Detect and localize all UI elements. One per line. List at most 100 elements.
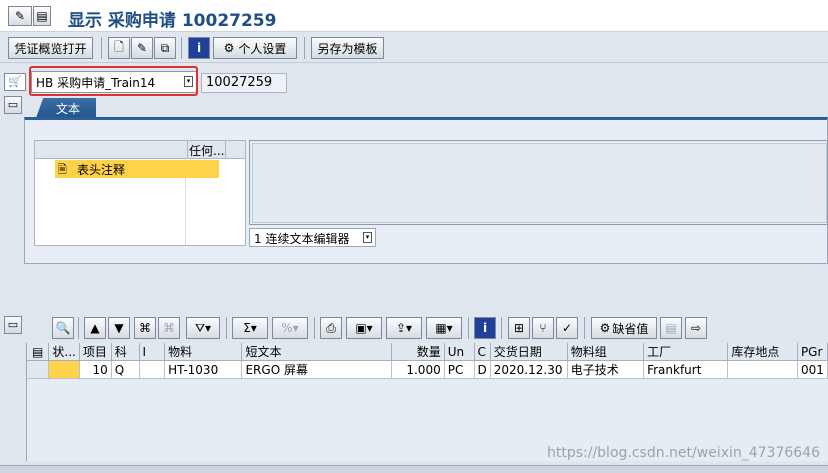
category-cell bbox=[139, 360, 166, 379]
list-icon: ▤ bbox=[660, 317, 682, 339]
column-header[interactable]: 库存地点 bbox=[727, 343, 798, 361]
filter-icon[interactable]: ⛛▾ bbox=[186, 317, 220, 339]
document-number-field[interactable]: 10027259 bbox=[201, 73, 287, 93]
sort-ascending-icon[interactable]: ▲ bbox=[84, 317, 106, 339]
toolbar-separator bbox=[468, 317, 469, 339]
info-icon[interactable]: i bbox=[474, 317, 496, 339]
items-grid: ▤ 状... 项目 科 I 物料 短文本 数量 Un C 交货日期 物料组 工厂… bbox=[26, 343, 828, 461]
menu-icon[interactable]: ▤ bbox=[33, 6, 51, 26]
column-header[interactable]: 状... bbox=[48, 343, 80, 361]
toolbar-separator bbox=[501, 317, 502, 339]
column-header[interactable]: 数量 bbox=[391, 343, 445, 361]
text-type-tree: 任何... 🗎 表头注释 bbox=[34, 140, 246, 246]
default-values-icon: ⚙ bbox=[599, 321, 611, 335]
toolbar-separator bbox=[226, 317, 227, 339]
default-values-button[interactable]: ⚙ 缺省值 bbox=[591, 317, 657, 339]
column-divider bbox=[225, 141, 226, 159]
find-icon[interactable]: ⌘ bbox=[134, 317, 156, 339]
print-icon[interactable]: ⎙ bbox=[320, 317, 342, 339]
item-cell: 10 bbox=[79, 360, 112, 379]
edit-icon[interactable]: ✎ bbox=[131, 37, 153, 59]
plant-cell: Frankfurt bbox=[643, 360, 729, 379]
column-header[interactable]: 物料组 bbox=[567, 343, 645, 361]
tree-column-header: 任何... bbox=[189, 144, 225, 158]
column-header[interactable]: I bbox=[139, 343, 166, 361]
toolbar-separator bbox=[181, 37, 182, 59]
find-next-icon: ⌘ bbox=[158, 317, 180, 339]
views-icon[interactable]: ▣▾ bbox=[346, 317, 382, 339]
application-toolbar: 凭证概览打开 🗋 ✎ ⧉ i ⚙ 个人设置 另存为模板 bbox=[0, 33, 828, 63]
voucher-overview-button[interactable]: 凭证概览打开 bbox=[8, 37, 93, 59]
table-header-row: ▤ 状... 项目 科 I 物料 短文本 数量 Un C 交货日期 物料组 工厂… bbox=[27, 343, 828, 361]
personal-settings-label: 个人设置 bbox=[238, 41, 287, 56]
toolbar-separator bbox=[101, 37, 102, 59]
watermark: https://blog.csdn.net/weixin_47376646 bbox=[546, 445, 820, 461]
column-header[interactable]: 交货日期 bbox=[490, 343, 568, 361]
tree-header: 任何... bbox=[35, 141, 245, 159]
material-cell: HT-1030 bbox=[164, 360, 243, 379]
storage-location-cell bbox=[727, 360, 798, 379]
tree-item-header-note[interactable]: 🗎 表头注释 bbox=[55, 160, 219, 178]
short-text-cell: ERGO 屏幕 bbox=[241, 360, 393, 379]
items-table: ▤ 状... 项目 科 I 物料 短文本 数量 Un C 交货日期 物料组 工厂… bbox=[27, 343, 828, 379]
save-as-template-button[interactable]: 另存为模板 bbox=[311, 37, 384, 59]
dropdown-icon[interactable]: ▾ bbox=[363, 232, 372, 243]
info-icon[interactable]: i bbox=[188, 37, 210, 59]
display-change-icon[interactable]: ✎ bbox=[8, 6, 32, 26]
personal-settings-button[interactable]: ⚙ 个人设置 bbox=[213, 37, 297, 59]
account-cell: Q bbox=[111, 360, 140, 379]
document-icon: 🗎 bbox=[58, 163, 67, 176]
default-values-label: 缺省值 bbox=[612, 321, 649, 336]
column-header[interactable]: Un bbox=[444, 343, 475, 361]
editor-mode-value: 1 连续文本编辑器 bbox=[254, 232, 350, 246]
items-toolbar: 🔍 ▲ ▼ ⌘ ⌘ ⛛▾ Σ▾ %▾ ⎙ ▣▾ ⇪▾ ▦▾ i ⊞ ⑂ ✓ ⚙ … bbox=[50, 316, 828, 340]
other-document-icon[interactable]: ⧉ bbox=[154, 37, 176, 59]
material-group-cell: 电子技术 bbox=[567, 360, 645, 379]
column-header[interactable]: 项目 bbox=[79, 343, 112, 361]
subtotal-icon: %▾ bbox=[272, 317, 308, 339]
details-icon[interactable]: 🔍 bbox=[52, 317, 74, 339]
quantity-cell: 1.000 bbox=[391, 360, 445, 379]
tree-item-label: 表头注释 bbox=[77, 163, 126, 177]
tab-text[interactable]: 文本 bbox=[36, 98, 96, 118]
status-cell bbox=[48, 360, 80, 379]
toolbar-separator bbox=[314, 317, 315, 339]
purchasing-group-cell: 001 bbox=[797, 360, 828, 379]
column-header[interactable]: 短文本 bbox=[241, 343, 393, 361]
tab-strip: 文本 bbox=[24, 98, 828, 118]
editor-mode-select[interactable]: 1 连续文本编辑器 ▾ bbox=[249, 228, 376, 247]
settings-icon: ⚙ bbox=[223, 41, 235, 55]
toolbar-separator bbox=[78, 317, 79, 339]
export-icon[interactable]: ⇪▾ bbox=[386, 317, 422, 339]
layout-icon[interactable]: ▦▾ bbox=[426, 317, 462, 339]
toolbar-separator bbox=[584, 317, 585, 339]
cart-icon: 🛒 bbox=[4, 73, 26, 91]
table-row[interactable]: 10 Q HT-1030 ERGO 屏幕 1.000 PC D 2020.12.… bbox=[27, 360, 828, 379]
column-divider bbox=[187, 141, 188, 159]
sort-descending-icon[interactable]: ▼ bbox=[108, 317, 130, 339]
column-header[interactable]: C bbox=[474, 343, 491, 361]
collapse-header-icon[interactable]: ▭ bbox=[4, 96, 22, 114]
new-document-icon[interactable]: 🗋 bbox=[108, 37, 130, 59]
text-editor[interactable] bbox=[249, 140, 828, 225]
toolbar-separator bbox=[304, 37, 305, 59]
page-title: 显示 采购申请 10027259 bbox=[68, 11, 277, 31]
column-header[interactable]: 物料 bbox=[164, 343, 243, 361]
highlight-box bbox=[29, 66, 198, 96]
column-header[interactable]: 科 bbox=[111, 343, 140, 361]
column-header[interactable]: 工厂 bbox=[643, 343, 729, 361]
unit-cell: PC bbox=[444, 360, 475, 379]
column-header[interactable]: PGr bbox=[797, 343, 828, 361]
select-all-icon[interactable]: ▤ bbox=[27, 343, 50, 361]
add-item-icon[interactable]: ⊞ bbox=[508, 317, 530, 339]
row-selector[interactable] bbox=[27, 360, 50, 379]
delivery-date-cell: 2020.12.30 bbox=[490, 360, 568, 379]
structure-icon[interactable]: ⑂ bbox=[532, 317, 554, 339]
text-editor-area[interactable] bbox=[252, 143, 827, 223]
collapse-items-icon[interactable]: ▭ bbox=[4, 316, 22, 334]
transfer-icon[interactable]: ⇨ bbox=[685, 317, 707, 339]
sum-icon[interactable]: Σ▾ bbox=[232, 317, 268, 339]
check-icon[interactable]: ✓ bbox=[556, 317, 578, 339]
title-bar: ✎ ▤ 显示 采购申请 10027259 bbox=[0, 0, 828, 32]
horizontal-scrollbar[interactable] bbox=[0, 465, 828, 473]
